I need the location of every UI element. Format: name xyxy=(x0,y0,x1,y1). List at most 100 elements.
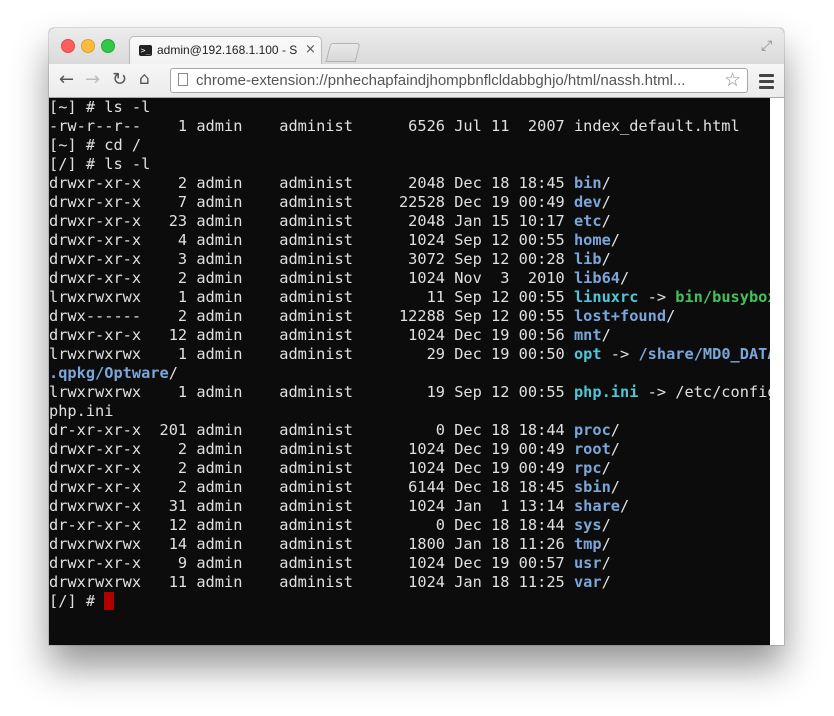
symlink-name: opt xyxy=(573,345,602,363)
terminal-text: / xyxy=(610,231,621,249)
terminal-text: / xyxy=(610,421,621,439)
terminal-text: drwxrwxrwx 11 admin administ 1024 Jan 18… xyxy=(49,573,574,591)
terminal-line: drwxrwxrwx 14 admin administ 1800 Jan 18… xyxy=(49,535,770,554)
terminal-line: drwxr-xr-x 7 admin administ 22528 Dec 19… xyxy=(49,193,770,212)
directory-name: home xyxy=(573,231,611,249)
terminal-line: drwxrwxr-x 31 admin administ 1024 Jan 1 … xyxy=(49,497,770,516)
directory-name: /share/MD0_DATA/ xyxy=(638,345,770,363)
terminal-text: / xyxy=(620,497,630,515)
directory-name: .qpkg/Optware xyxy=(49,364,169,382)
terminal-cursor xyxy=(104,592,115,610)
terminal-text: -> /etc/config/ xyxy=(647,383,770,401)
terminal-prompt-line[interactable]: [/] # xyxy=(49,592,770,611)
browser-window: >_ admin@192.168.1.100 - S × ⤢ ← → ↻ ⌂ c… xyxy=(49,28,784,645)
terminal-text: lrwxrwxrwx 1 admin administ 19 Sep 12 00… xyxy=(49,383,574,401)
terminal-line: -rw-r--r-- 1 admin administ 6526 Jul 11 … xyxy=(49,117,770,136)
terminal-text: / xyxy=(601,535,611,553)
directory-name: proc xyxy=(573,421,611,439)
terminal-text: -> xyxy=(601,345,639,363)
terminal-line: dr-xr-xr-x 12 admin administ 0 Dec 18 18… xyxy=(49,516,770,535)
terminal-text: / xyxy=(666,307,676,325)
terminal-text: / xyxy=(168,364,178,382)
directory-name: lib64 xyxy=(573,269,621,287)
executable-name: bin/busybox xyxy=(675,288,770,306)
terminal-line: drwxr-xr-x 2 admin administ 1024 Nov 3 2… xyxy=(49,269,770,288)
directory-name: dev xyxy=(573,193,602,211)
terminal-text: drwxr-xr-x 2 admin administ 2048 Dec 18 … xyxy=(49,174,574,192)
terminal-line: drwxr-xr-x 4 admin administ 1024 Sep 12 … xyxy=(49,231,770,250)
bookmark-star-icon[interactable]: ☆ xyxy=(724,69,741,91)
terminal-scrollbar[interactable] xyxy=(770,98,784,645)
terminal-text: -rw-r--r-- 1 admin administ 6526 Jul 11 … xyxy=(49,117,740,135)
terminal-text: drwxrwxrwx 14 admin administ 1800 Jan 18… xyxy=(49,535,574,553)
terminal-text: / xyxy=(601,250,611,268)
address-bar[interactable]: chrome-extension://pnhechapfaindjhompbnf… xyxy=(170,68,748,93)
terminal-text: / xyxy=(601,326,611,344)
tab-close-icon[interactable]: × xyxy=(305,42,316,57)
terminal-text: / xyxy=(620,269,630,287)
terminal-text: / xyxy=(601,516,611,534)
page-icon xyxy=(178,73,188,86)
terminal-line: drwxr-xr-x 2 admin administ 6144 Dec 18 … xyxy=(49,478,770,497)
directory-name: rpc xyxy=(573,459,602,477)
terminal-line: drwx------ 2 admin administ 12288 Sep 12… xyxy=(49,307,770,326)
terminal-line: lrwxrwxrwx 1 admin administ 19 Sep 12 00… xyxy=(49,383,770,402)
directory-name: lost+found xyxy=(573,307,667,325)
fullscreen-icon[interactable]: ⤢ xyxy=(761,38,772,54)
terminal-text: php.ini xyxy=(49,402,114,420)
terminal-text: -> xyxy=(638,288,676,306)
symlink-name: linuxrc xyxy=(573,288,639,306)
terminal-line: lrwxrwxrwx 1 admin administ 29 Dec 19 00… xyxy=(49,345,770,364)
back-button[interactable]: ← xyxy=(59,69,74,90)
terminal-text: drwxr-xr-x 2 admin administ 1024 Dec 19 … xyxy=(49,459,574,477)
terminal-text: drwxr-xr-x 2 admin administ 1024 Dec 19 … xyxy=(49,440,574,458)
reload-button[interactable]: ↻ xyxy=(112,69,127,90)
terminal-line: drwxr-xr-x 9 admin administ 1024 Dec 19 … xyxy=(49,554,770,573)
terminal-text: / xyxy=(601,212,611,230)
terminal-prompt: [/] # xyxy=(49,592,105,610)
tab-title: admin@192.168.1.100 - S xyxy=(157,43,297,57)
terminal-text: / xyxy=(601,193,611,211)
terminal-text: / xyxy=(601,554,611,572)
terminal-line: [~] # cd / xyxy=(49,136,770,155)
title-bar: >_ admin@192.168.1.100 - S × ⤢ xyxy=(49,28,784,64)
home-button[interactable]: ⌂ xyxy=(139,69,150,89)
new-tab-button[interactable] xyxy=(325,43,361,62)
terminal-text: [~] # ls -l xyxy=(49,98,151,116)
terminal-favicon-icon: >_ xyxy=(139,45,152,56)
terminal-text: [~] # cd / xyxy=(49,136,142,154)
directory-name: sys xyxy=(573,516,602,534)
terminal-text: lrwxrwxrwx 1 admin administ 29 Dec 19 00… xyxy=(49,345,574,363)
close-window-button[interactable] xyxy=(61,39,75,53)
terminal-text: / xyxy=(601,573,611,591)
terminal-text: dr-xr-xr-x 201 admin administ 0 Dec 18 1… xyxy=(49,421,574,439)
directory-name: mnt xyxy=(573,326,602,344)
forward-button[interactable]: → xyxy=(85,69,100,90)
tab-terminal[interactable]: >_ admin@192.168.1.100 - S × xyxy=(129,36,322,64)
symlink-name: php.ini xyxy=(573,383,639,401)
terminal-text: drwxr-xr-x 2 admin administ 6144 Dec 18 … xyxy=(49,478,574,496)
terminal-line: [~] # ls -l xyxy=(49,98,770,117)
terminal-line: .qpkg/Optware/ xyxy=(49,364,770,383)
url-text[interactable]: chrome-extension://pnhechapfaindjhompbnf… xyxy=(196,72,716,89)
directory-name: var xyxy=(573,573,602,591)
zoom-window-button[interactable] xyxy=(101,39,115,53)
terminal-text: lrwxrwxrwx 1 admin administ 11 Sep 12 00… xyxy=(49,288,574,306)
minimize-window-button[interactable] xyxy=(81,39,95,53)
directory-name: bin xyxy=(573,174,602,192)
terminal-text: drwxr-xr-x 12 admin administ 1024 Dec 19… xyxy=(49,326,574,344)
terminal-line: drwxr-xr-x 12 admin administ 1024 Dec 19… xyxy=(49,326,770,345)
directory-name: usr xyxy=(573,554,602,572)
directory-name: lib xyxy=(573,250,602,268)
menu-icon[interactable] xyxy=(759,74,774,92)
terminal-line: drwxr-xr-x 23 admin administ 2048 Jan 15… xyxy=(49,212,770,231)
directory-name: root xyxy=(573,440,611,458)
terminal-text: drwxrwxr-x 31 admin administ 1024 Jan 1 … xyxy=(49,497,574,515)
directory-name: share xyxy=(573,497,621,515)
terminal-line: drwxr-xr-x 2 admin administ 1024 Dec 19 … xyxy=(49,459,770,478)
terminal-output[interactable]: [~] # ls -l -rw-r--r-- 1 admin administ 6… xyxy=(49,98,770,645)
terminal-text: / xyxy=(610,478,621,496)
terminal-text: drwxr-xr-x 4 admin administ 1024 Sep 12 … xyxy=(49,231,574,249)
terminal-text: drwxr-xr-x 23 admin administ 2048 Jan 15… xyxy=(49,212,574,230)
terminal-line: [/] # ls -l xyxy=(49,155,770,174)
